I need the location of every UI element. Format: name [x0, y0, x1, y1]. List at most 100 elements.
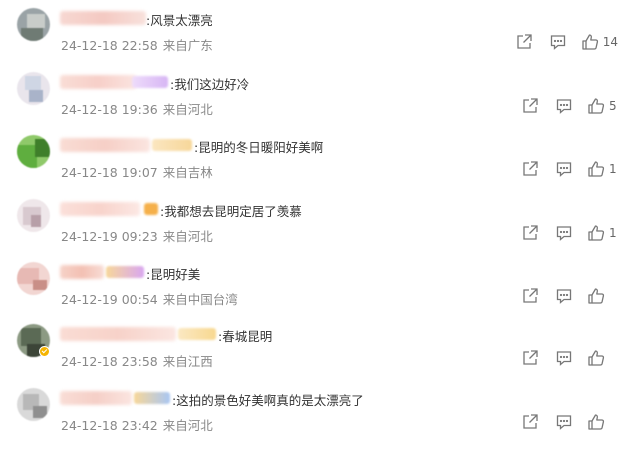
- share-button[interactable]: [521, 349, 539, 367]
- thumbs-up-icon: [588, 225, 605, 241]
- username-blurred[interactable]: [60, 138, 150, 152]
- thumbs-up-icon: [588, 288, 605, 304]
- like-button[interactable]: [587, 287, 618, 305]
- avatar[interactable]: [17, 199, 50, 232]
- comment-time: 24-12-19 00:54: [61, 292, 158, 307]
- comment-text: :昆明好美: [146, 267, 201, 282]
- share-button[interactable]: [515, 33, 533, 51]
- comment-actions: [505, 287, 618, 305]
- comment-location: 来自江西: [162, 354, 213, 369]
- thumbs-up-icon: [588, 350, 605, 366]
- like-button[interactable]: [587, 413, 618, 431]
- reply-button[interactable]: [549, 33, 567, 51]
- comment-text: :昆明的冬日暖阳好美啊: [194, 140, 324, 155]
- like-count: 1: [609, 162, 617, 176]
- username-blurred[interactable]: [60, 391, 132, 405]
- comment-actions: 14: [499, 33, 618, 51]
- avatar[interactable]: [17, 8, 50, 41]
- user-badge-blurred: [106, 266, 144, 278]
- comment-location: 来自吉林: [162, 165, 213, 180]
- share-icon: [523, 98, 538, 113]
- avatar-pixel: [33, 406, 47, 418]
- comment-item: :我们这边好冷 24-12-18 19:36 来自河北 5: [0, 72, 630, 134]
- comment-time: 24-12-18 19:07: [61, 165, 158, 180]
- comment-meta: 24-12-19 09:23 来自河北: [61, 226, 213, 245]
- like-count: 5: [609, 99, 617, 113]
- avatar[interactable]: [17, 72, 50, 105]
- share-icon: [523, 414, 538, 429]
- like-button[interactable]: 14: [581, 33, 618, 51]
- like-count: 14: [602, 35, 618, 49]
- thumbs-up-icon: [588, 161, 605, 177]
- comment-item: :昆明的冬日暖阳好美啊 24-12-18 19:07 来自吉林 1: [0, 135, 630, 197]
- avatar-pixel: [21, 28, 43, 41]
- avatar-pixel: [29, 90, 43, 102]
- avatar[interactable]: [17, 388, 50, 421]
- share-icon: [523, 225, 538, 240]
- comment-icon: [556, 99, 572, 114]
- comment-time: 24-12-18 19:36: [61, 102, 158, 117]
- comment-meta: 24-12-19 00:54 来自中国台湾: [61, 289, 238, 308]
- like-button[interactable]: 5: [587, 97, 618, 115]
- like-count: 1: [609, 226, 617, 240]
- comment-location: 来自中国台湾: [162, 292, 238, 307]
- comment-location: 来自广东: [162, 38, 213, 53]
- share-button[interactable]: [521, 160, 539, 178]
- comment-actions: 1: [505, 160, 618, 178]
- verified-badge-icon: [39, 346, 50, 357]
- like-button[interactable]: [587, 349, 618, 367]
- like-button[interactable]: 1: [587, 224, 618, 242]
- comment-icon: [556, 226, 572, 241]
- username-blurred[interactable]: [60, 327, 176, 341]
- reply-button[interactable]: [555, 160, 573, 178]
- reply-button[interactable]: [555, 224, 573, 242]
- comment-time: 24-12-18 22:58: [61, 38, 158, 53]
- share-icon: [517, 34, 532, 49]
- reply-button[interactable]: [555, 413, 573, 431]
- share-button[interactable]: [521, 97, 539, 115]
- comment-time: 24-12-19 09:23: [61, 229, 158, 244]
- comment-item: :这拍的景色好美啊真的是太漂亮了 24-12-18 23:42 来自河北: [0, 388, 630, 450]
- reply-button[interactable]: [555, 349, 573, 367]
- comment-time: 24-12-18 23:42: [61, 418, 158, 433]
- username-blurred[interactable]: [60, 11, 146, 25]
- user-badge-blurred: [132, 76, 168, 88]
- comment-icon: [556, 415, 572, 430]
- reply-button[interactable]: [555, 287, 573, 305]
- comment-text: :这拍的景色好美啊真的是太漂亮了: [172, 393, 364, 408]
- reply-button[interactable]: [555, 97, 573, 115]
- avatar-pixel: [33, 280, 47, 290]
- share-button[interactable]: [521, 413, 539, 431]
- thumbs-up-icon: [582, 34, 598, 50]
- avatar[interactable]: [17, 135, 50, 168]
- avatar-pixel: [25, 76, 41, 90]
- avatar[interactable]: [17, 262, 50, 295]
- share-button[interactable]: [521, 287, 539, 305]
- comment-icon: [556, 289, 572, 304]
- comment-location: 来自河北: [162, 102, 213, 117]
- comment-meta: 24-12-18 23:58 来自江西: [61, 351, 213, 370]
- avatar-pixel: [31, 215, 41, 227]
- user-badge-blurred: [178, 328, 216, 340]
- comment-meta: 24-12-18 19:36 来自河北: [61, 99, 213, 118]
- user-badge-blurred: [144, 203, 158, 215]
- like-button[interactable]: 1: [587, 160, 618, 178]
- thumbs-up-icon: [588, 414, 605, 430]
- user-badge-blurred: [134, 392, 170, 404]
- comment-actions: [505, 413, 618, 431]
- comment-meta: 24-12-18 19:07 来自吉林: [61, 162, 213, 181]
- username-blurred[interactable]: [60, 75, 136, 89]
- avatar-pixel: [27, 14, 45, 28]
- comment-actions: 1: [505, 224, 618, 242]
- share-icon: [523, 288, 538, 303]
- username-blurred[interactable]: [60, 202, 140, 216]
- comment-text: :我都想去昆明定居了羡慕: [160, 204, 302, 219]
- comment-icon: [550, 35, 565, 50]
- comment-meta: 24-12-18 23:42 来自河北: [61, 415, 213, 434]
- avatar-pixel: [17, 145, 37, 168]
- user-badge-blurred: [152, 139, 192, 151]
- comment-item: :风景太漂亮 24-12-18 22:58 来自广东 14: [0, 8, 630, 70]
- username-blurred[interactable]: [60, 265, 104, 279]
- comment-location: 来自河北: [162, 418, 213, 433]
- share-button[interactable]: [521, 224, 539, 242]
